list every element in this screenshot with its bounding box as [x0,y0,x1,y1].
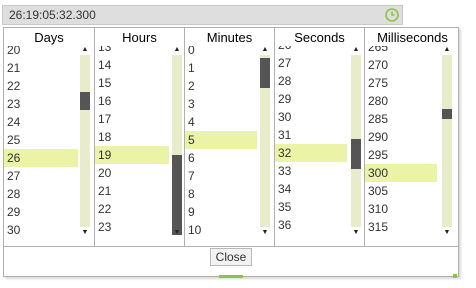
column-header: Milliseconds [377,30,448,45]
column-header: Seconds [294,30,345,45]
column-minutes: Minutes 0 1 2 3 4 5 6 7 8 9 10 ▲ ▼ [185,28,275,246]
list-item[interactable]: 22 [95,200,169,218]
column-header: Minutes [206,30,253,45]
clock-icon[interactable] [384,7,400,23]
scrollbar-thumb[interactable] [351,139,361,169]
list-item-selected[interactable]: 300 [365,164,437,182]
list-item-selected[interactable]: 32 [275,144,347,162]
scrollbar[interactable]: ▲ ▼ [258,46,272,246]
time-value: 26:19:05:32.300 [9,8,96,22]
list-item[interactable]: 285 [365,110,437,128]
time-input[interactable]: 26:19:05:32.300 [2,5,403,25]
list-item[interactable]: 31 [275,126,347,144]
list-item[interactable]: 33 [275,162,347,180]
list-item[interactable]: 27 [4,167,78,185]
scrollbar-track[interactable] [442,55,452,227]
close-button[interactable]: Close [210,248,252,266]
list-item[interactable]: 24 [4,113,78,131]
list-item[interactable]: 28 [4,185,78,203]
list-item[interactable]: 35 [275,198,347,216]
scroll-up-arrow-icon[interactable]: ▲ [172,46,182,54]
list-item[interactable]: 29 [4,203,78,221]
scroll-up-arrow-icon[interactable]: ▲ [80,46,90,54]
list-item[interactable]: 3 [185,95,257,113]
list-item[interactable]: 275 [365,74,437,92]
column-milliseconds: Milliseconds 265 270 275 280 285 290 295 300 305 3… [365,28,460,246]
list-item[interactable]: 10 [185,221,257,239]
list-item[interactable]: 15 [95,74,169,92]
scrollbar-thumb[interactable] [172,155,182,235]
list-item[interactable]: 14 [95,56,169,74]
list-item[interactable]: 290 [365,128,437,146]
list-item[interactable]: 13 [95,46,169,56]
column-header: Hours [122,30,157,45]
list-item[interactable]: 2 [185,77,257,95]
scroll-down-arrow-icon[interactable]: ▼ [172,229,182,237]
column-days: Days 20 21 22 23 24 25 26 27 28 29 30 ▲ ▼ [4,28,95,246]
list-item[interactable]: 16 [95,92,169,110]
list-item[interactable]: 36 [275,216,347,234]
scrollbar-thumb[interactable] [80,92,90,110]
list-item[interactable]: 23 [95,218,169,236]
column-seconds: Seconds2627282930313233343536▲▼ [275,28,365,246]
scrollbar[interactable]: ▲ ▼ [78,46,92,246]
column-header: Days [34,30,64,45]
list-item[interactable]: 21 [4,59,78,77]
list-item[interactable]: 7 [185,167,257,185]
list-item[interactable]: 20 [95,164,169,182]
scroll-down-arrow-icon[interactable]: ▼ [80,229,90,237]
list-item[interactable]: 26 [275,46,347,54]
list-item[interactable]: 1 [185,59,257,77]
scrollbar[interactable]: ▲ ▼ [440,46,454,246]
list-item[interactable]: 4 [185,113,257,131]
list-item[interactable]: 295 [365,146,437,164]
list-item[interactable]: 280 [365,92,437,110]
scrollbar-thumb[interactable] [260,58,270,88]
list-item[interactable]: 20 [4,46,78,59]
list-item[interactable]: 23 [4,95,78,113]
list-item-selected[interactable]: 26 [4,149,78,167]
list-item[interactable]: 270 [365,56,437,74]
time-picker-popup: Days 20 21 22 23 24 25 26 27 28 29 30 ▲ ▼ Hours 13 14 15 1… [3,27,460,279]
list-item[interactable]: 29 [275,90,347,108]
resize-corner[interactable] [453,274,457,278]
list-item[interactable]: 21 [95,182,169,200]
scroll-down-arrow-icon[interactable]: ▼ [260,229,270,237]
scroll-down-arrow-icon[interactable]: ▼ [442,229,452,237]
list-item[interactable]: 34 [275,180,347,198]
resize-grip[interactable] [219,275,243,278]
scrollbar-thumb[interactable] [442,109,452,119]
column-hours: Hours 13 14 15 16 17 18 19 20 21 22 23 ▲ ▼ [95,28,185,246]
scroll-up-arrow-icon[interactable]: ▲ [351,46,361,54]
list-item[interactable]: 17 [95,110,169,128]
list-item[interactable]: 9 [185,203,257,221]
scroll-up-arrow-icon[interactable]: ▲ [260,46,270,54]
list-item[interactable]: 25 [4,131,78,149]
list-item[interactable]: 28 [275,72,347,90]
list-item[interactable]: 6 [185,149,257,167]
list-item[interactable]: 0 [185,46,257,59]
scrollbar[interactable]: ▲ ▼ [170,46,184,246]
scrollbar[interactable]: ▲ ▼ [349,46,363,246]
list-item-selected[interactable]: 5 [185,131,257,149]
scroll-up-arrow-icon[interactable]: ▲ [442,46,452,54]
list-item-selected[interactable]: 19 [95,146,169,164]
list-item[interactable]: 30 [275,108,347,126]
list-item[interactable]: 315 [365,218,437,236]
list-item[interactable]: 30 [4,221,78,239]
list-item[interactable]: 27 [275,54,347,72]
list-item[interactable]: 22 [4,77,78,95]
list-item[interactable]: 18 [95,128,169,146]
popup-footer: Close [4,246,458,279]
list-item[interactable]: 310 [365,200,437,218]
list-item[interactable]: 305 [365,182,437,200]
scroll-down-arrow-icon[interactable]: ▼ [351,229,361,237]
list-item[interactable]: 265 [365,46,437,56]
scrollbar-track[interactable] [80,55,90,227]
list-item[interactable]: 8 [185,185,257,203]
